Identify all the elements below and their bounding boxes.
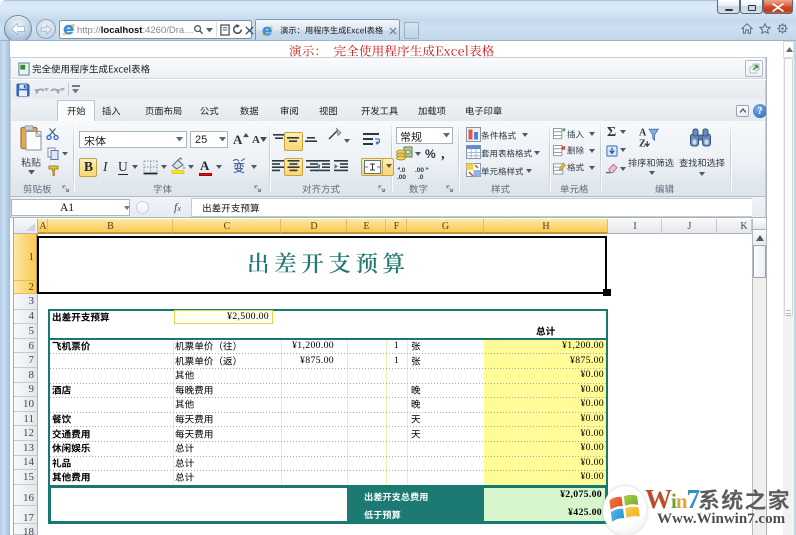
svg-text:.0: .0 [400,167,406,174]
svg-text:A: A [639,128,647,139]
svg-text:.00: .00 [397,174,406,180]
svg-text:.00: .00 [415,167,424,174]
svg-text:.0: .0 [418,174,424,180]
